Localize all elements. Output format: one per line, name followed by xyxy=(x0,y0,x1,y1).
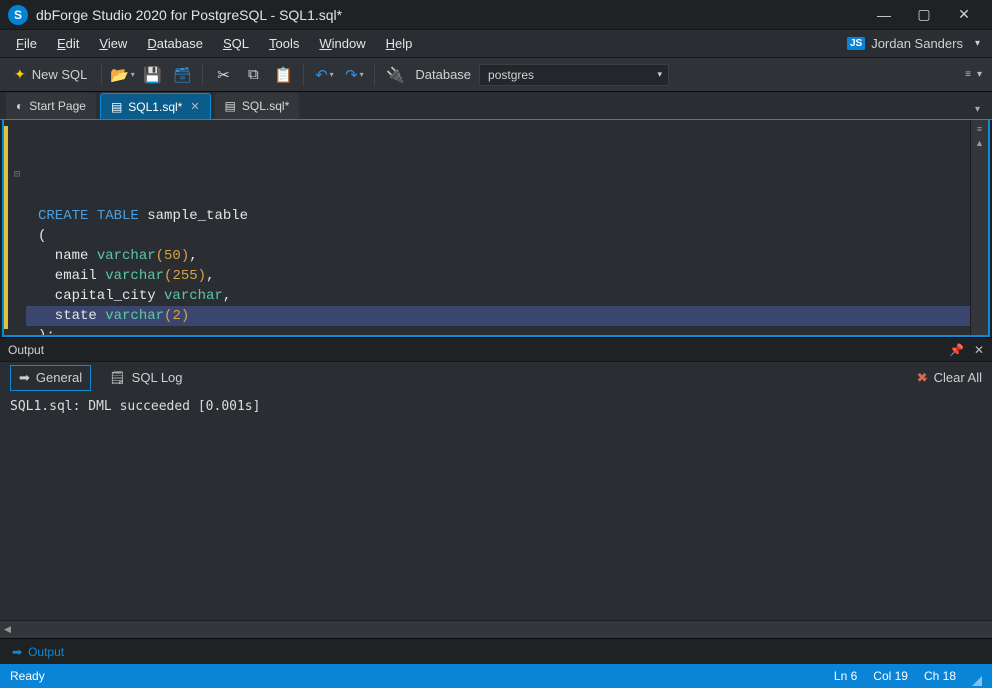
open-button[interactable]: 📂▾ xyxy=(108,62,136,88)
close-tab-icon[interactable]: ✕ xyxy=(190,100,199,113)
editor-wrap: ⊟ CREATE TABLE sample_table( name varcha… xyxy=(2,120,990,337)
fold-column: ⊟ xyxy=(12,126,48,335)
menu-view[interactable]: View xyxy=(89,33,137,54)
arrow-right-icon: ➡ xyxy=(19,370,30,386)
toolbar: ✦ New SQL 📂▾ 💾 🗃 ✂ ⧉ 📋 ↶▾ ↷▾ 🔌 Database … xyxy=(0,58,992,92)
change-gutter xyxy=(4,126,8,329)
close-window-button[interactable]: ✕ xyxy=(944,5,984,25)
resize-grip-icon[interactable] xyxy=(972,676,982,686)
clear-all-button[interactable]: ✖̴ Clear All xyxy=(917,370,982,386)
clear-all-label: Clear All xyxy=(934,370,982,385)
menu-help[interactable]: Help xyxy=(376,33,423,54)
status-ready: Ready xyxy=(10,669,45,683)
tab-start-page[interactable]: ◐ Start Page xyxy=(6,93,96,119)
tab-sql1[interactable]: ▤ SQL1.sql* ✕ xyxy=(100,93,211,119)
menu-edit[interactable]: Edit xyxy=(47,33,89,54)
code-line[interactable]: ); xyxy=(26,326,970,335)
chevron-down-icon: ▾ xyxy=(975,38,980,49)
close-panel-icon[interactable]: ✕ xyxy=(974,343,984,357)
code-line[interactable]: name varchar(50), xyxy=(26,246,970,266)
titlebar: S dbForge Studio 2020 for PostgreSQL - S… xyxy=(0,0,992,30)
output-tab-label: SQL Log xyxy=(132,370,183,385)
status-char: Ch 18 xyxy=(924,669,956,683)
document-tabstrip: ◐ Start Page ▤ SQL1.sql* ✕ ▤ SQL.sql* ▾ xyxy=(0,92,992,120)
output-tab-general[interactable]: ➡ General xyxy=(10,365,91,391)
scroll-up-icon[interactable]: ▲ xyxy=(975,138,984,148)
menu-window[interactable]: Window xyxy=(309,33,375,54)
tabs-overflow[interactable]: ▾ xyxy=(969,100,986,119)
save-button[interactable]: 💾 xyxy=(138,62,166,88)
undo-button[interactable]: ↶▾ xyxy=(310,62,338,88)
redo-button[interactable]: ↷▾ xyxy=(340,62,368,88)
log-icon: 🗒 xyxy=(109,370,126,386)
copy-button[interactable]: ⧉ xyxy=(239,62,267,88)
code-line[interactable]: email varchar(255), xyxy=(26,266,970,286)
menu-tools[interactable]: Tools xyxy=(259,33,309,54)
scroll-left-icon[interactable]: ◀ xyxy=(4,624,11,635)
menu-sql[interactable]: SQL xyxy=(213,33,259,54)
dock-tab-label: Output xyxy=(28,645,64,659)
output-tabs: ➡ General 🗒 SQL Log ✖̴ Clear All xyxy=(0,361,992,393)
menu-file[interactable]: File xyxy=(6,33,47,54)
status-column: Col 19 xyxy=(873,669,908,683)
menubar: File Edit View Database SQL Tools Window… xyxy=(0,30,992,58)
toolbar-overflow-icon[interactable]: ≡ xyxy=(965,69,971,80)
maximize-button[interactable]: ▢ xyxy=(904,5,944,25)
code-line[interactable]: ( xyxy=(26,226,970,246)
sparkle-icon: ✦ xyxy=(14,66,26,83)
tab-sql[interactable]: ▤ SQL.sql* xyxy=(215,93,300,119)
output-message: SQL1.sql: DML succeeded [0.001s] xyxy=(10,399,982,414)
document-icon: ▤ xyxy=(111,100,122,114)
split-icon[interactable]: ≡ xyxy=(977,124,982,134)
output-tab-sql-log[interactable]: 🗒 SQL Log xyxy=(101,366,190,390)
save-all-button[interactable]: 🗃 xyxy=(168,62,196,88)
cut-button[interactable]: ✂ xyxy=(209,62,237,88)
status-line: Ln 6 xyxy=(834,669,857,683)
code-line[interactable]: state varchar(2) xyxy=(26,306,970,326)
pin-icon[interactable]: 📌 xyxy=(949,343,964,357)
window-title: dbForge Studio 2020 for PostgreSQL - SQL… xyxy=(36,7,342,23)
database-label: Database xyxy=(415,67,471,82)
start-page-icon: ◐ xyxy=(16,99,23,113)
document-icon: ▤ xyxy=(225,99,236,113)
tab-label: SQL1.sql* xyxy=(128,100,182,114)
tab-label: Start Page xyxy=(29,99,86,113)
app-icon: S xyxy=(8,5,28,25)
database-select[interactable]: postgres ▾ xyxy=(479,64,669,86)
sql-editor[interactable]: ⊟ CREATE TABLE sample_table( name varcha… xyxy=(4,120,970,335)
dock: ➡ Output xyxy=(0,638,992,664)
minimize-button[interactable]: — xyxy=(864,5,904,25)
editor-scrollbar[interactable]: ≡ ▲ xyxy=(970,120,988,335)
user-account[interactable]: JS Jordan Sanders ▾ xyxy=(847,36,986,51)
arrow-right-icon: ➡ xyxy=(12,645,22,659)
clear-icon: ✖̴ xyxy=(917,370,928,386)
output-body: SQL1.sql: DML succeeded [0.001s] xyxy=(0,393,992,620)
chevron-down-icon: ▾ xyxy=(658,69,663,80)
connect-button[interactable]: 🔌 xyxy=(381,62,409,88)
dock-tab-output[interactable]: ➡ Output xyxy=(6,643,70,661)
code-line[interactable]: capital_city varchar, xyxy=(26,286,970,306)
chevron-down-icon[interactable]: ▾ xyxy=(977,69,982,80)
tab-label: SQL.sql* xyxy=(242,99,289,113)
new-sql-button[interactable]: ✦ New SQL xyxy=(6,62,95,88)
output-panel-title: Output xyxy=(8,343,44,357)
user-badge: JS xyxy=(847,37,865,50)
paste-button[interactable]: 📋 xyxy=(269,62,297,88)
output-panel-header: Output 📌 ✕ xyxy=(0,337,992,361)
menu-database[interactable]: Database xyxy=(137,33,213,54)
database-value: postgres xyxy=(488,68,534,82)
new-sql-label: New SQL xyxy=(32,67,88,82)
code-line[interactable]: CREATE TABLE sample_table xyxy=(26,206,970,226)
horizontal-scrollbar[interactable]: ◀ xyxy=(0,620,992,638)
output-tab-label: General xyxy=(36,370,82,385)
statusbar: Ready Ln 6 Col 19 Ch 18 xyxy=(0,664,992,688)
user-name: Jordan Sanders xyxy=(871,36,963,51)
